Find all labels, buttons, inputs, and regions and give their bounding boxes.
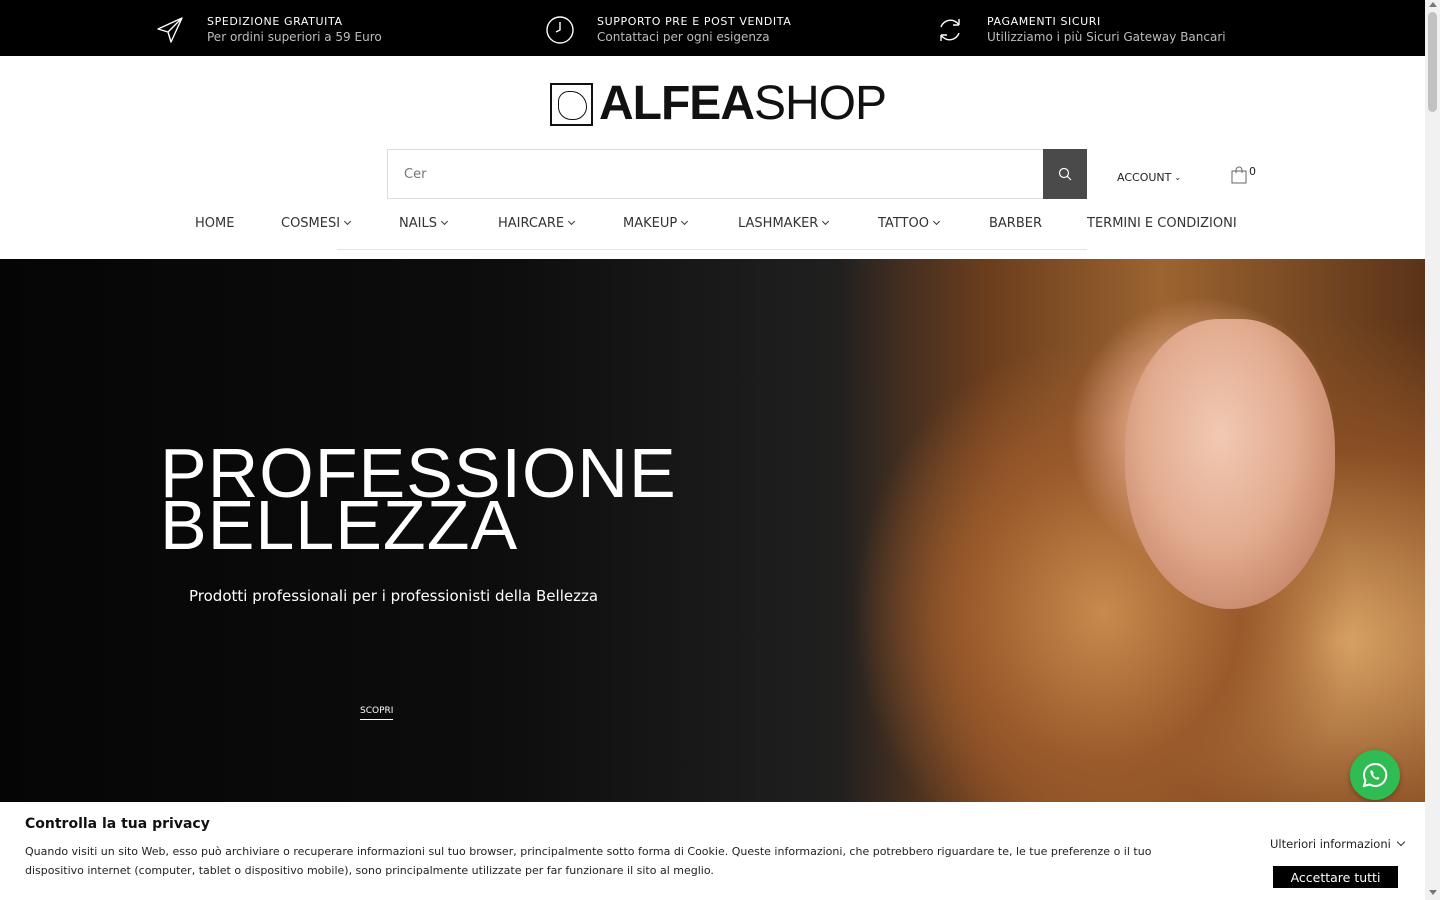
account-menu[interactable]: ACCOUNT ⌄ xyxy=(1117,171,1181,184)
nav-item-nails[interactable]: NAILS xyxy=(399,216,448,231)
nav-item-makeup[interactable]: MAKEUP xyxy=(623,216,689,231)
scroll-down-arrow-icon[interactable] xyxy=(1429,890,1437,895)
cookie-more-info-toggle[interactable]: Ulteriori informazioni xyxy=(1270,837,1406,851)
whatsapp-icon xyxy=(1362,762,1388,788)
chevron-down-icon xyxy=(1396,837,1406,847)
chevron-down-icon: ⌄ xyxy=(1174,173,1182,182)
nav-divider xyxy=(337,249,1087,250)
account-label: ACCOUNT xyxy=(1117,171,1172,184)
info-title: SUPPORTO PRE E POST VENDITA xyxy=(597,15,792,28)
top-info-bar: SPEDIZIONE GRATUITA Per ordini superiori… xyxy=(0,0,1425,56)
nav-item-home[interactable]: HOME xyxy=(195,216,234,231)
chevron-down-icon xyxy=(440,217,448,226)
search-icon xyxy=(1058,167,1072,181)
cookie-title: Controlla la tua privacy xyxy=(25,816,210,832)
page-scrollbar[interactable] xyxy=(1425,0,1440,900)
logo-text: ALFEASHOP xyxy=(599,77,887,130)
info-title: PAGAMENTI SICURI xyxy=(987,15,1101,28)
info-payments: PAGAMENTI SICURI Utilizziamo i più Sicur… xyxy=(935,14,1226,45)
logo-mark-icon xyxy=(550,82,593,126)
nav-item-termini[interactable]: TERMINI E CONDIZIONI xyxy=(1087,216,1237,231)
chevron-down-icon xyxy=(344,217,352,226)
hero-model-image xyxy=(840,259,1425,804)
cookie-description: Quando visiti un sito Web, esso può arch… xyxy=(25,845,1152,877)
search-button[interactable] xyxy=(1043,149,1087,199)
info-title: SPEDIZIONE GRATUITA xyxy=(207,15,343,28)
shopping-bag-icon xyxy=(1231,166,1247,184)
cookie-more-label: Ulteriori informazioni xyxy=(1270,837,1391,851)
refresh-icon xyxy=(935,15,965,45)
info-subtitle: Per ordini superiori a 59 Euro xyxy=(207,30,382,44)
clock-icon xyxy=(545,15,575,45)
info-free-shipping: SPEDIZIONE GRATUITA Per ordini superiori… xyxy=(155,14,382,45)
info-support: SUPPORTO PRE E POST VENDITA Contattaci p… xyxy=(545,14,791,45)
paper-plane-icon xyxy=(155,15,185,45)
chevron-down-icon xyxy=(681,217,689,226)
scrollbar-thumb[interactable] xyxy=(1428,12,1437,112)
nav-item-tattoo[interactable]: TATTOO xyxy=(878,216,940,231)
cart-button[interactable]: 0 xyxy=(1231,165,1256,184)
scroll-up-arrow-icon[interactable] xyxy=(1429,2,1437,7)
chevron-down-icon xyxy=(568,217,576,226)
nav-item-cosmesi[interactable]: COSMESI xyxy=(281,216,352,231)
whatsapp-button[interactable] xyxy=(1350,750,1400,800)
chevron-down-icon xyxy=(932,217,940,226)
nav-item-lashmaker[interactable]: LASHMAKER xyxy=(738,216,830,231)
site-logo[interactable]: ALFEASHOP xyxy=(550,77,887,130)
nav-item-haircare[interactable]: HAIRCARE xyxy=(498,216,576,231)
cart-count-badge: 0 xyxy=(1249,165,1256,178)
search-input[interactable] xyxy=(388,150,1043,198)
cookie-banner: Controlla la tua privacy Quando visiti u… xyxy=(0,802,1425,900)
hero-subtitle: Prodotti professionali per i professioni… xyxy=(189,587,599,605)
nav-item-barber[interactable]: BARBER xyxy=(989,216,1042,231)
hero-title: PROFESSIONE BELLEZZA xyxy=(160,434,677,564)
search-bar xyxy=(387,149,1087,199)
hero-model-face xyxy=(1125,319,1335,609)
info-subtitle: Contattaci per ogni esigenza xyxy=(597,30,770,44)
chevron-down-icon xyxy=(822,217,830,226)
hero-cta-link[interactable]: SCOPRI xyxy=(360,706,394,720)
accept-all-button[interactable]: Accettare tutti xyxy=(1273,866,1398,888)
info-subtitle: Utilizziamo i più Sicuri Gateway Bancari xyxy=(987,30,1226,44)
